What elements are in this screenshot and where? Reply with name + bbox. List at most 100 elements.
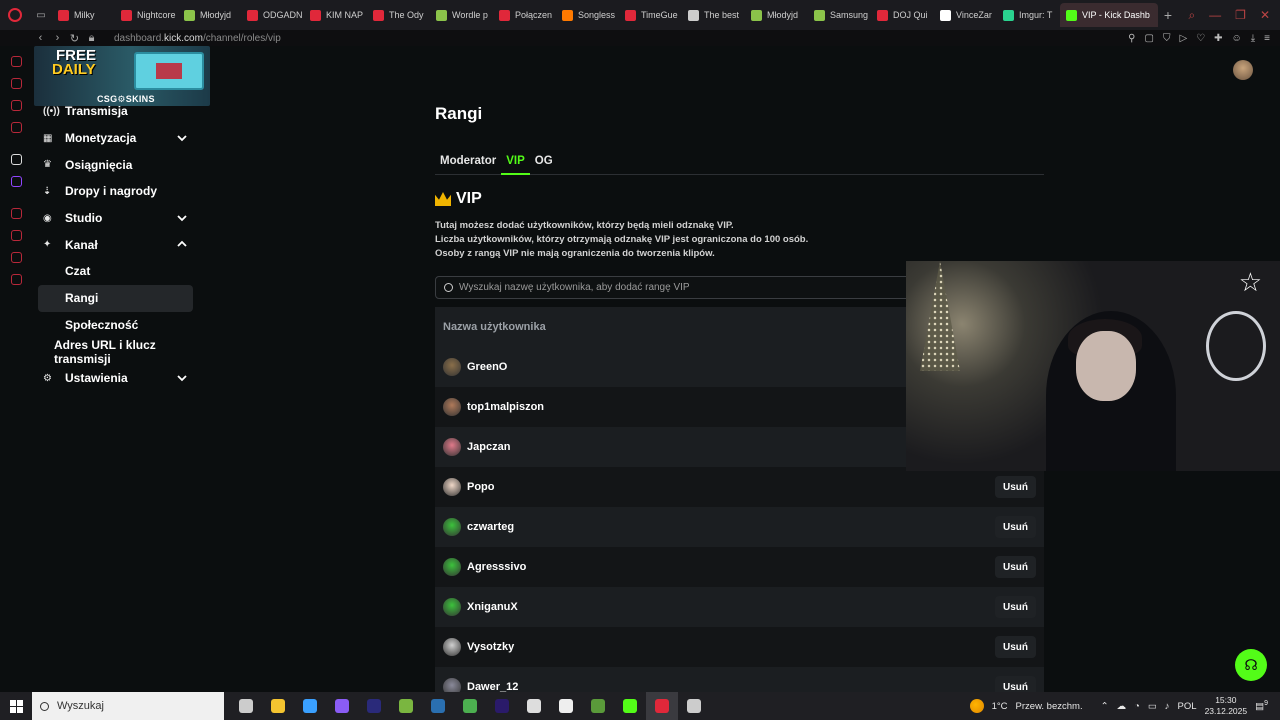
sidebar-kick-icon[interactable] — [11, 154, 22, 165]
browser-tab[interactable]: VinceZar — [934, 3, 997, 27]
minecraft-icon[interactable] — [582, 692, 614, 720]
language-indicator[interactable]: POL — [1178, 701, 1197, 712]
support-chat-button[interactable]: ☊ — [1235, 649, 1267, 681]
shield-icon[interactable]: ⛉ — [1163, 33, 1171, 44]
snapshot-icon[interactable]: ▢ — [1145, 33, 1154, 44]
download-icon[interactable]: ⤓ — [1251, 33, 1255, 44]
tab-moderator[interactable]: Moderator — [435, 148, 501, 174]
browser-tab[interactable]: DOJ Qui — [871, 3, 934, 27]
search-tabs-icon[interactable]: ⌕ — [1188, 8, 1195, 23]
notification-icon[interactable]: ▤9 — [1255, 700, 1268, 712]
username[interactable]: Japczan — [467, 441, 510, 453]
tray-chevron-icon[interactable]: ⌃ — [1101, 701, 1109, 712]
browser-tab[interactable]: Nightcore — [115, 3, 178, 27]
sidebar-twitch-icon[interactable] — [11, 176, 22, 187]
network-icon[interactable]: ▭ — [1148, 701, 1157, 712]
weather-desc[interactable]: Przew. bezchm. — [1016, 701, 1083, 712]
promo-banner[interactable]: FREE DAILY CSG⚙SKINS — [34, 46, 210, 106]
sidebar-app-icon[interactable] — [11, 100, 22, 111]
sidebar-settings-icon[interactable] — [11, 274, 22, 285]
menu-icon[interactable]: ≡ — [1264, 33, 1270, 44]
browser-tab[interactable]: Młodyjd — [745, 3, 808, 27]
sidebar-item[interactable]: ⇣ Dropy i nagrody — [38, 178, 193, 205]
file-explorer-icon[interactable] — [262, 692, 294, 720]
forward-icon[interactable]: › — [49, 32, 66, 44]
sidebar-item[interactable]: ♛ Osiągnięcia — [38, 151, 193, 178]
premiere-icon[interactable] — [486, 692, 518, 720]
remove-vip-button[interactable]: Usuń — [995, 596, 1036, 618]
account-icon[interactable]: ☺ — [1232, 33, 1242, 44]
remove-vip-button[interactable]: Usuń — [995, 676, 1036, 693]
task-view-icon[interactable] — [230, 692, 262, 720]
back-icon[interactable]: ‹ — [32, 32, 49, 44]
sidebar-item[interactable]: ✦ Kanał — [38, 231, 193, 258]
steelseries-icon[interactable] — [550, 692, 582, 720]
sidebar-item[interactable]: Adres URL i klucz transmisji — [38, 338, 193, 366]
obs-icon[interactable] — [678, 692, 710, 720]
sidebar-item[interactable]: ⚙ Ustawienia — [38, 365, 193, 392]
sidebar-app-icon[interactable] — [11, 208, 22, 219]
close-window-icon[interactable]: ✕ — [1260, 8, 1270, 23]
browser-tab[interactable]: Imgur: T — [997, 3, 1060, 27]
volume-icon[interactable]: ♪ — [1165, 701, 1170, 712]
chevron-down-icon[interactable] — [176, 132, 188, 144]
browser-tab[interactable]: VIP - Kick Dashb — [1060, 3, 1158, 27]
user-avatar[interactable] — [1233, 60, 1253, 80]
username[interactable]: Vysotzky — [467, 641, 514, 653]
tab-overview-icon[interactable]: ▭ — [30, 0, 52, 30]
after-effects-icon[interactable] — [358, 692, 390, 720]
username[interactable]: Popo — [467, 481, 495, 493]
settings-icon[interactable] — [518, 692, 550, 720]
browser-tab[interactable]: Młodyjd — [178, 3, 241, 27]
tray-app-icon[interactable]: ◔ — [1134, 701, 1140, 712]
sidebar-item[interactable]: ((•)) Transmisja — [38, 98, 193, 125]
username[interactable]: XniganuX — [467, 601, 518, 613]
browser-tab[interactable]: Samsung — [808, 3, 871, 27]
heart-icon[interactable]: ♡ — [1196, 33, 1205, 44]
play-icon[interactable]: ▷ — [1179, 33, 1187, 44]
minimize-icon[interactable]: — — [1209, 8, 1221, 23]
maximize-icon[interactable]: ❐ — [1235, 8, 1246, 23]
chevron-down-icon[interactable] — [176, 372, 188, 384]
sidebar-app-icon[interactable] — [11, 252, 22, 263]
obsidian-icon[interactable] — [326, 692, 358, 720]
vscode-icon[interactable] — [294, 692, 326, 720]
taskbar-search[interactable]: Wyszukaj — [32, 692, 224, 720]
kick-app-icon[interactable] — [614, 692, 646, 720]
tray-app-icon[interactable]: ☁ — [1117, 701, 1127, 712]
browser-tab[interactable]: Songless — [556, 3, 619, 27]
extensions-icon[interactable]: ✚ — [1214, 33, 1222, 44]
game-icon[interactable] — [390, 692, 422, 720]
browser-tab[interactable]: The best — [682, 3, 745, 27]
sidebar-app-icon[interactable] — [11, 78, 22, 89]
browser-tab[interactable]: The Ody — [367, 3, 430, 27]
sidebar-history-icon[interactable] — [11, 230, 22, 241]
sheets-icon[interactable] — [454, 692, 486, 720]
browser-tab[interactable]: ODGADN — [241, 3, 304, 27]
browser-tab[interactable]: KIM NAP — [304, 3, 367, 27]
sidebar-item[interactable]: Społeczność — [38, 312, 193, 339]
sidebar-app-icon[interactable] — [11, 56, 22, 67]
sidebar-item[interactable]: Czat — [38, 258, 193, 285]
username[interactable]: GreenO — [467, 361, 507, 373]
weather-icon[interactable] — [969, 699, 984, 713]
opera-icon[interactable] — [646, 692, 678, 720]
pin-icon[interactable]: ⚲ — [1128, 33, 1135, 44]
chevron-up-icon[interactable] — [176, 238, 188, 250]
weather-temp[interactable]: 1°C — [992, 701, 1008, 712]
start-button[interactable] — [0, 699, 32, 713]
username[interactable]: top1malpiszon — [467, 401, 544, 413]
browser-tab[interactable]: Połączen — [493, 3, 556, 27]
remove-vip-button[interactable]: Usuń — [995, 636, 1036, 658]
browser-tab[interactable]: TimeGue — [619, 3, 682, 27]
opera-logo-icon[interactable] — [0, 0, 30, 30]
remove-vip-button[interactable]: Usuń — [995, 476, 1036, 498]
tab-og[interactable]: OG — [530, 148, 558, 174]
username[interactable]: czwarteg — [467, 521, 514, 533]
username[interactable]: Agresssivo — [467, 561, 526, 573]
sidebar-item[interactable]: ▦ Monetyzacja — [38, 125, 193, 152]
url-field[interactable]: dashboard.kick.com/channel/roles/vip — [114, 33, 281, 44]
chevron-down-icon[interactable] — [176, 212, 188, 224]
sidebar-item[interactable]: Rangi — [38, 284, 193, 312]
tab-vip[interactable]: VIP — [501, 148, 530, 175]
